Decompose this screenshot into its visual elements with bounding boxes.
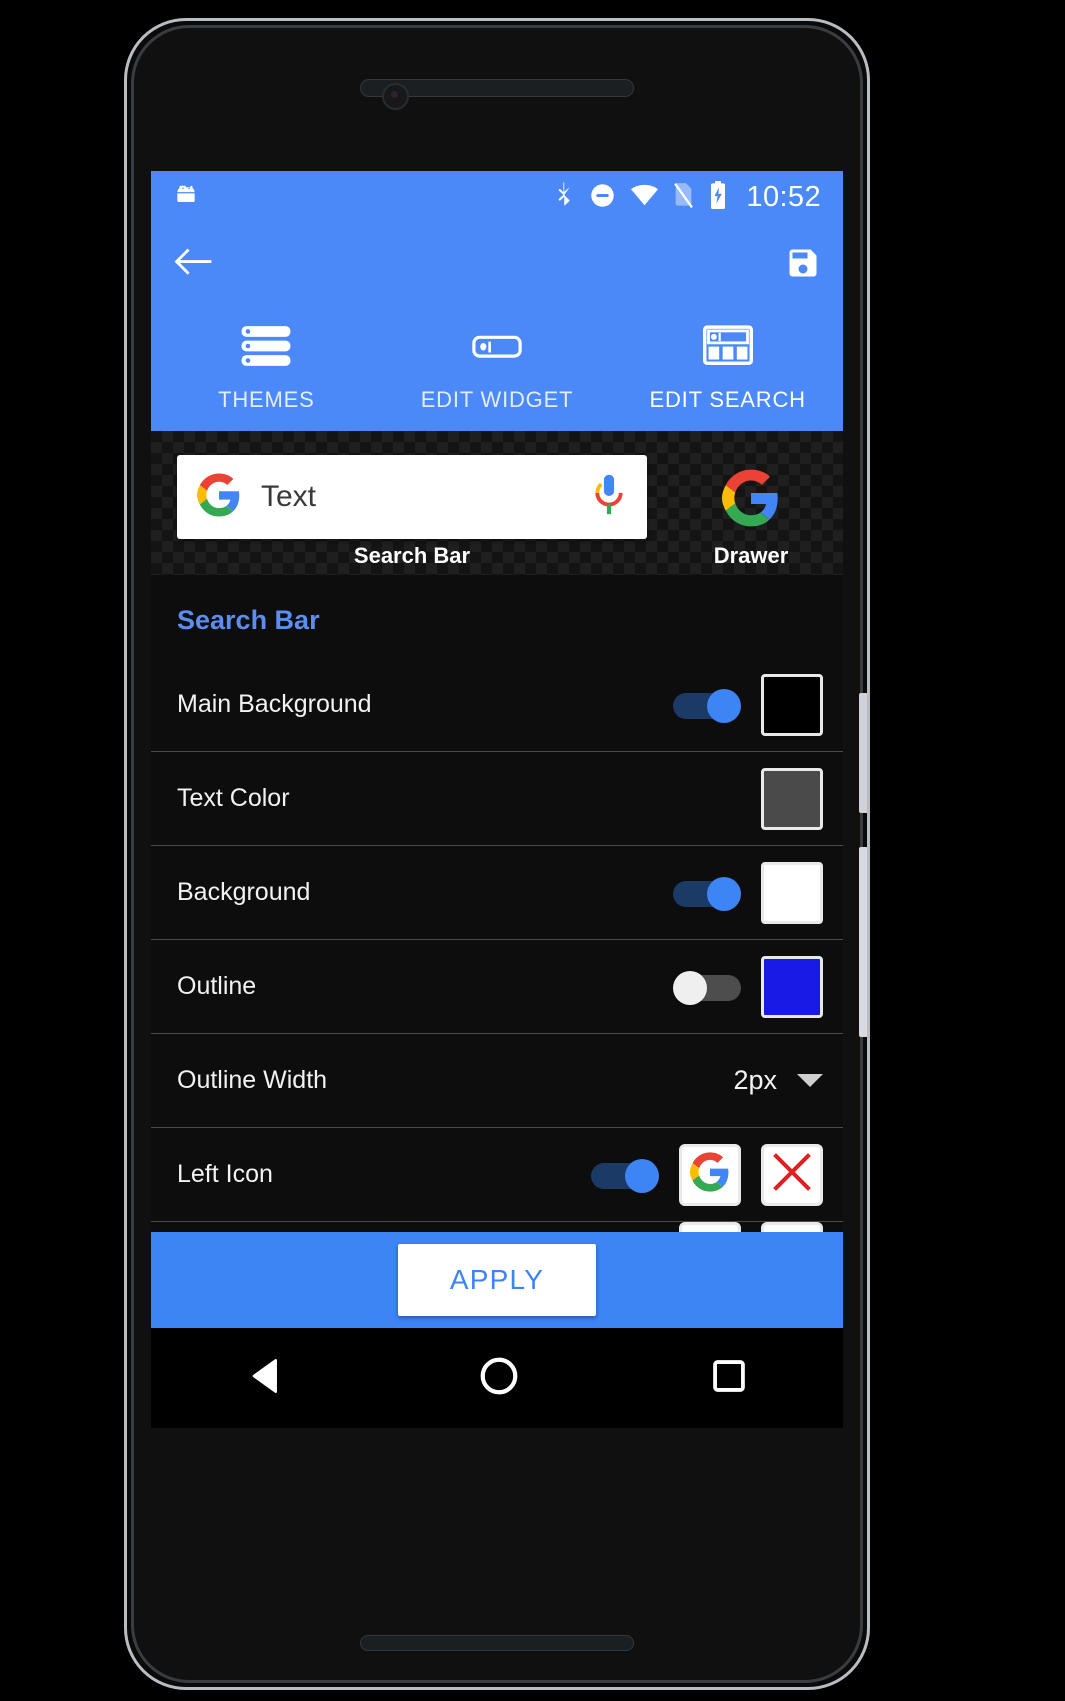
power-button[interactable] bbox=[859, 847, 867, 1037]
drawer-preview[interactable] bbox=[722, 469, 780, 532]
battery-charging-icon bbox=[708, 181, 728, 214]
section-title-search-bar: Search Bar bbox=[177, 605, 320, 635]
do-not-disturb-icon bbox=[589, 182, 616, 214]
tab-label-edit-search: EDIT SEARCH bbox=[649, 387, 806, 412]
color-swatch-outline[interactable] bbox=[761, 955, 823, 1018]
tab-edit-widget[interactable]: EDIT WIDGET bbox=[382, 306, 613, 431]
red-x-icon bbox=[770, 1150, 814, 1199]
row-text-color[interactable]: Text Color bbox=[151, 751, 843, 845]
row-outline[interactable]: Outline bbox=[151, 939, 843, 1033]
tab-edit-search[interactable]: EDIT SEARCH bbox=[612, 306, 843, 431]
volume-button[interactable] bbox=[859, 693, 867, 813]
toggle-left-icon[interactable] bbox=[591, 1158, 659, 1193]
row-label: Background bbox=[177, 878, 311, 906]
google-g-icon bbox=[722, 469, 780, 531]
nav-home-circle-icon[interactable] bbox=[478, 1355, 520, 1402]
row-outline-width[interactable]: Outline Width 2px bbox=[151, 1033, 843, 1127]
toggle-thumb bbox=[625, 1158, 659, 1193]
row-label: Text Color bbox=[177, 784, 290, 812]
row-left-icon[interactable]: Left Icon bbox=[151, 1127, 843, 1221]
color-swatch-background[interactable] bbox=[761, 861, 823, 924]
toggle-thumb bbox=[707, 876, 741, 911]
toggle-main-background[interactable] bbox=[673, 688, 741, 723]
settings-list: Search Bar Main Background Text Color Ba… bbox=[151, 575, 843, 1284]
row-label: Left Icon bbox=[177, 1160, 273, 1188]
row-controls bbox=[591, 1143, 843, 1206]
apply-bar: APPLY bbox=[151, 1232, 843, 1328]
bottom-speaker bbox=[360, 1635, 634, 1651]
preview-label-searchbar: Search Bar bbox=[353, 543, 471, 568]
back-arrow-icon[interactable] bbox=[173, 247, 213, 284]
bluetooth-icon bbox=[553, 181, 575, 214]
status-bar: 10:52 bbox=[151, 171, 843, 224]
google-g-icon bbox=[690, 1152, 730, 1197]
android-head-icon bbox=[173, 182, 199, 213]
searchbar-preview[interactable]: Text bbox=[177, 455, 647, 539]
tab-themes[interactable]: THEMES bbox=[151, 306, 382, 431]
wifi-icon bbox=[630, 183, 659, 212]
chevron-down-icon[interactable] bbox=[797, 1074, 823, 1087]
tab-bar: THEMES EDIT WIDGET EDIT SEARCH bbox=[151, 306, 843, 431]
icon-button-remove[interactable] bbox=[761, 1143, 823, 1206]
status-bar-clock: 10:52 bbox=[746, 181, 821, 213]
status-bar-right: 10:52 bbox=[553, 181, 821, 214]
row-main-background[interactable]: Main Background bbox=[151, 658, 843, 751]
front-camera bbox=[382, 83, 409, 110]
apply-button[interactable]: APPLY bbox=[397, 1244, 597, 1316]
toggle-thumb bbox=[673, 970, 707, 1005]
screenshot-stage: 10:52 THEMES EDIT WIDGET EDIT SEARCH Tex… bbox=[0, 0, 1065, 1701]
nav-recents-square-icon[interactable] bbox=[710, 1357, 748, 1400]
google-g-icon bbox=[197, 472, 241, 522]
row-label: Outline bbox=[177, 972, 257, 1000]
outline-width-value: 2px bbox=[733, 1065, 777, 1095]
tab-label-edit-widget: EDIT WIDGET bbox=[420, 387, 574, 412]
row-controls bbox=[673, 673, 843, 736]
app-bar-top bbox=[151, 224, 843, 306]
toggle-outline[interactable] bbox=[673, 970, 741, 1005]
status-bar-left bbox=[173, 182, 199, 213]
row-controls: 2px bbox=[733, 1065, 843, 1096]
searchbar-preview-text: Text bbox=[261, 480, 317, 513]
row-controls bbox=[673, 861, 843, 924]
search-layout-icon bbox=[702, 324, 754, 373]
nav-back-triangle-icon[interactable] bbox=[246, 1355, 288, 1402]
row-background[interactable]: Background bbox=[151, 845, 843, 939]
widget-bar-icon bbox=[471, 324, 523, 373]
row-controls bbox=[761, 767, 843, 830]
row-label: Outline Width bbox=[177, 1066, 328, 1094]
color-swatch-text-color[interactable] bbox=[761, 767, 823, 830]
row-label: Main Background bbox=[177, 690, 372, 718]
no-sim-icon bbox=[673, 182, 694, 214]
preview-label-drawer: Drawer bbox=[713, 543, 789, 568]
toggle-thumb bbox=[707, 688, 741, 723]
toggle-background[interactable] bbox=[673, 876, 741, 911]
phone-screen: 10:52 THEMES EDIT WIDGET EDIT SEARCH Tex… bbox=[151, 171, 843, 1328]
list-rows-icon bbox=[240, 324, 292, 373]
android-navigation-bar bbox=[151, 1328, 843, 1428]
app-bar: THEMES EDIT WIDGET EDIT SEARCH bbox=[151, 224, 843, 431]
widget-preview: Text Search Bar Drawer bbox=[151, 431, 843, 575]
icon-button-google-g[interactable] bbox=[679, 1143, 741, 1206]
google-mic-icon bbox=[591, 472, 627, 523]
tab-label-themes: THEMES bbox=[218, 387, 315, 412]
row-controls bbox=[673, 955, 843, 1018]
save-floppy-icon[interactable] bbox=[785, 245, 821, 286]
color-swatch-main-background[interactable] bbox=[761, 673, 823, 736]
